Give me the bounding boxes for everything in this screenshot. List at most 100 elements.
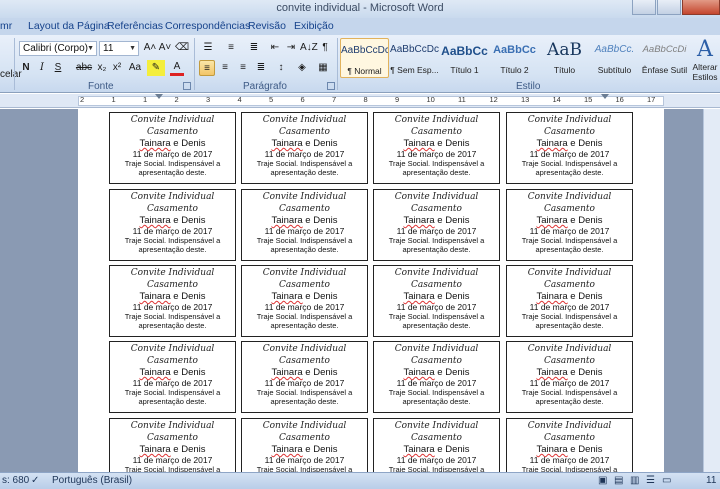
invitation-card[interactable]: Convite Individual Casamento Tainara e Den… <box>241 341 368 413</box>
shading-icon[interactable]: ◈ <box>293 60 311 76</box>
tab-view[interactable]: Exibição <box>294 20 334 32</box>
invitation-card[interactable]: Convite Individual Casamento Tainara e Den… <box>109 341 236 413</box>
invitation-card[interactable]: Convite Individual Casamento Tainara e Den… <box>506 418 633 472</box>
change-styles-button[interactable]: A Alterar Estilos <box>690 38 720 94</box>
card-dress-code-1: Traje Social. Indispensável a <box>521 159 618 168</box>
decrease-indent-icon[interactable]: ⇤ <box>268 40 282 56</box>
word-count[interactable]: s: 680 <box>2 475 29 486</box>
language-status[interactable]: Português (Brasil) <box>52 475 132 486</box>
align-center-icon[interactable]: ≡ <box>217 60 233 76</box>
zoom-level[interactable]: 11 <box>706 475 716 486</box>
ruler-number: 2 <box>80 95 85 104</box>
ruler-number: 8 <box>363 95 368 104</box>
tab-insert[interactable]: mr <box>0 20 12 32</box>
invitation-card[interactable]: Convite Individual Casamento Tainara e Den… <box>241 418 368 472</box>
invitation-card[interactable]: Convite Individual Casamento Tainara e Den… <box>241 189 368 261</box>
invitation-card[interactable]: Convite Individual Casamento Tainara e Den… <box>109 189 236 261</box>
justify-icon[interactable]: ≣ <box>253 60 269 76</box>
line-spacing-icon[interactable]: ↕ <box>272 60 290 76</box>
right-indent-marker-icon[interactable] <box>601 94 609 99</box>
invitation-card[interactable]: Convite Individual Casamento Tainara e Den… <box>241 112 368 184</box>
paste-label[interactable]: celar <box>0 67 22 83</box>
minimize-button[interactable] <box>632 0 656 15</box>
card-subtitle: Casamento <box>411 356 462 366</box>
invitation-card[interactable]: Convite Individual Casamento Tainara e Den… <box>506 341 633 413</box>
change-case-button[interactable]: Aa <box>127 60 143 76</box>
style-name: Título <box>553 65 576 75</box>
tab-page-layout[interactable]: Layout da Página <box>28 20 110 32</box>
invitation-card[interactable]: Convite Individual Casamento Tainara e Den… <box>373 341 500 413</box>
card-title: Convite Individual <box>262 268 347 278</box>
style-subtitle[interactable]: AaBbCc. Subtítulo <box>590 38 639 78</box>
style-no-spacing[interactable]: AaBbCcDc ¶ Sem Esp... <box>390 38 439 78</box>
show-marks-button[interactable]: ¶ <box>319 40 331 56</box>
style-heading-2[interactable]: AaBbCc Título 2 <box>490 38 539 78</box>
tab-references[interactable]: Referências <box>107 20 163 32</box>
card-couple: Tainara e Denis <box>110 444 235 455</box>
invitation-card[interactable]: Convite Individual Casamento Tainara e Den… <box>373 112 500 184</box>
document-page[interactable]: Convite Individual Casamento Tainara e Den… <box>78 109 664 472</box>
maximize-button[interactable] <box>657 0 681 15</box>
bold-button[interactable]: N <box>20 60 32 76</box>
superscript-button[interactable]: x² <box>110 60 124 76</box>
vertical-scrollbar[interactable] <box>703 109 720 472</box>
view-outline-icon[interactable]: ☰ <box>646 475 655 486</box>
clear-format-icon[interactable]: ⌫ <box>175 40 189 56</box>
invitation-card[interactable]: Convite Individual Casamento Tainara e Den… <box>506 265 633 337</box>
change-styles-icon: A <box>697 37 713 62</box>
indent-marker-icon[interactable] <box>155 94 163 99</box>
sort-button[interactable]: A↓Z <box>300 40 318 56</box>
strikethrough-button[interactable]: abc <box>75 60 93 76</box>
card-title: Convite Individual <box>130 344 215 354</box>
font-dialog-launcher-icon[interactable] <box>183 82 191 90</box>
close-button[interactable] <box>682 0 720 15</box>
card-date: 11 de março de 2017 <box>529 302 610 312</box>
invitation-card[interactable]: Convite Individual Casamento Tainara e Den… <box>373 189 500 261</box>
horizontal-ruler[interactable]: 2 1 1 2 3 4 5 6 7 8 9 10 11 12 13 14 15 16 17 <box>0 94 720 108</box>
style-heading-1[interactable]: AaBbCc Título 1 <box>440 38 489 78</box>
invitation-card[interactable]: Convite Individual Casamento Tainara e Den… <box>109 265 236 337</box>
numbering-icon[interactable]: ≡ <box>222 40 240 56</box>
tab-mailings[interactable]: Correspondências <box>165 20 250 32</box>
card-subtitle: Casamento <box>411 127 462 137</box>
shrink-font-button[interactable]: A˅ <box>158 40 172 56</box>
invitation-card[interactable]: Convite Individual Casamento Tainara e Den… <box>506 189 633 261</box>
highlight-icon[interactable]: ✎ <box>147 60 165 76</box>
card-dress-code-1: Traje Social. Indispensável a <box>124 465 221 472</box>
bullets-icon[interactable]: ☰ <box>199 40 217 56</box>
borders-icon[interactable]: ▦ <box>314 60 332 76</box>
invitation-card[interactable]: Convite Individual Casamento Tainara e Den… <box>109 112 236 184</box>
view-draft-icon[interactable]: ▭ <box>662 475 671 486</box>
invitation-card[interactable]: Convite Individual Casamento Tainara e Den… <box>373 265 500 337</box>
card-date: 11 de março de 2017 <box>132 302 213 312</box>
italic-button[interactable]: I <box>36 60 48 76</box>
increase-indent-icon[interactable]: ⇥ <box>284 40 298 56</box>
font-color-button[interactable]: A <box>170 60 184 76</box>
subscript-button[interactable]: x₂ <box>95 60 109 76</box>
spellcheck-icon[interactable]: ✓ <box>31 475 39 486</box>
style-subtle-emphasis[interactable]: AaBbCcDi Ênfase Sutil <box>640 38 689 78</box>
align-right-icon[interactable]: ≡ <box>235 60 251 76</box>
grow-font-button[interactable]: A˄ <box>143 40 157 56</box>
font-size-combo[interactable]: 11 ▼ <box>99 41 139 56</box>
style-sample: AaBbCcDi <box>642 44 687 55</box>
invitation-card[interactable]: Convite Individual Casamento Tainara e Den… <box>373 418 500 472</box>
tab-review[interactable]: Revisão <box>248 20 286 32</box>
underline-button[interactable]: S <box>52 60 64 76</box>
paragraph-dialog-launcher-icon[interactable] <box>327 82 335 90</box>
invitation-card[interactable]: Convite Individual Casamento Tainara e Den… <box>109 418 236 472</box>
view-web-icon[interactable]: ▥ <box>630 475 639 486</box>
font-name-combo[interactable]: Calibri (Corpo) ▼ <box>19 41 97 56</box>
align-left-icon[interactable]: ≡ <box>199 60 215 76</box>
invitation-card[interactable]: Convite Individual Casamento Tainara e Den… <box>506 112 633 184</box>
card-subtitle: Casamento <box>411 433 462 443</box>
view-print-layout-icon[interactable]: ▣ <box>598 475 607 486</box>
multilevel-list-icon[interactable]: ≣ <box>245 40 263 56</box>
style-normal[interactable]: AaBbCcDc ¶ Normal <box>340 38 389 78</box>
card-bride-name: Tainara <box>403 215 435 226</box>
card-dress-code-2: apresentação deste. <box>270 168 339 177</box>
invitation-card[interactable]: Convite Individual Casamento Tainara e Den… <box>241 265 368 337</box>
style-title[interactable]: AaB Título <box>540 38 589 78</box>
ribbon: celar Calibri (Corpo) ▼ 11 ▼ A˄ A˅ ⌫ N I… <box>0 35 720 93</box>
view-full-screen-icon[interactable]: ▤ <box>614 475 623 486</box>
